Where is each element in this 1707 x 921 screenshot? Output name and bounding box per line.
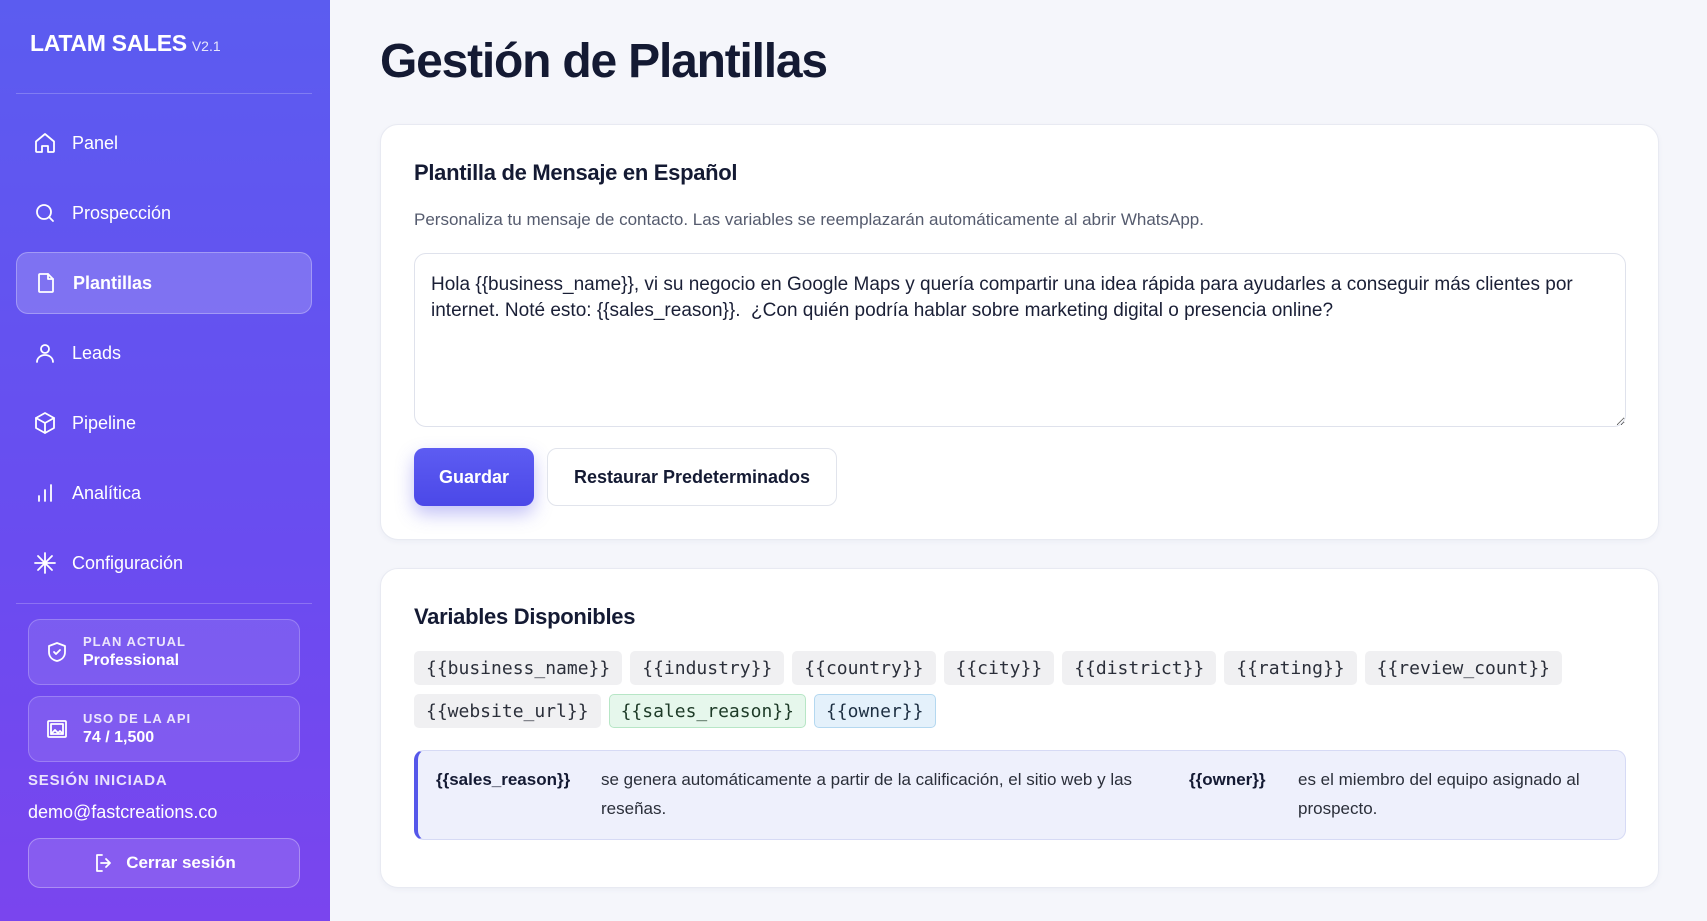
sidebar-item-label: Analítica xyxy=(72,482,142,503)
variable-chips: {{business_name}} {{industry}} {{country… xyxy=(414,651,1634,728)
asterisk-icon xyxy=(32,550,58,576)
variable-chip-country[interactable]: {{country}} xyxy=(792,651,936,685)
brand-name: LATAM SALES xyxy=(30,30,187,56)
document-icon xyxy=(33,270,59,296)
variable-chip-industry[interactable]: {{industry}} xyxy=(630,651,785,685)
variable-chip-business-name[interactable]: {{business_name}} xyxy=(414,651,623,685)
plan-label: PLAN ACTUAL xyxy=(83,634,186,649)
sidebar-item-configuracion[interactable]: Configuración xyxy=(16,532,312,594)
api-value: 74 / 1,500 xyxy=(83,729,155,746)
sidebar-nav: Panel Prospección Plantillas Leads Pipel… xyxy=(16,112,312,602)
sidebar-item-panel[interactable]: Panel xyxy=(16,112,312,174)
image-icon xyxy=(43,715,71,743)
sidebar-item-pipeline[interactable]: Pipeline xyxy=(16,392,312,454)
variables-card-title: Variables Disponibles xyxy=(414,604,636,629)
sidebar-item-leads[interactable]: Leads xyxy=(16,322,312,384)
template-card-title: Plantilla de Mensaje en Español xyxy=(414,160,738,185)
sidebar-item-analitica[interactable]: Analítica xyxy=(16,462,312,524)
note-key-sales-reason: {{sales_reason}} xyxy=(436,770,571,789)
home-icon xyxy=(32,130,58,156)
bar-chart-icon xyxy=(32,480,58,506)
session-label: SESIÓN INICIADA xyxy=(28,772,168,789)
sidebar-divider xyxy=(16,93,312,94)
api-label: USO DE LA API xyxy=(83,711,192,726)
sidebar-item-label: Prospección xyxy=(72,202,172,223)
note-text-owner: es el miembro del equipo asignado al pro… xyxy=(1298,770,1580,818)
restore-defaults-button[interactable]: Restaurar Predeterminados xyxy=(547,448,837,506)
brand-version: V2.1 xyxy=(191,38,221,54)
cube-icon xyxy=(32,410,58,436)
save-button[interactable]: Guardar xyxy=(414,448,534,506)
sidebar-item-label: Pipeline xyxy=(72,412,137,433)
variable-chip-review-count[interactable]: {{review_count}} xyxy=(1364,651,1563,685)
sidebar-item-plantillas[interactable]: Plantillas xyxy=(16,252,312,314)
note-text-sales-reason: se genera automáticamente a partir de la… xyxy=(601,770,1133,818)
session-email: demo@fastcreations.co xyxy=(28,802,218,822)
variables-card: Variables Disponibles {{business_name}} … xyxy=(380,568,1659,888)
template-textarea[interactable]: Hola {{business_name}}, vi su negocio en… xyxy=(414,253,1626,427)
sidebar: LATAM SALES V2.1 Panel Prospección Plant… xyxy=(0,0,330,921)
page-title: Gestión de Plantillas xyxy=(380,35,828,88)
sidebar-item-label: Leads xyxy=(72,342,122,363)
search-icon xyxy=(32,200,58,226)
api-usage-card: USO DE LA API 74 / 1,500 xyxy=(28,696,300,762)
variable-chip-district[interactable]: {{district}} xyxy=(1062,651,1217,685)
logout-icon xyxy=(96,854,112,872)
sidebar-divider xyxy=(16,603,312,604)
sidebar-item-label: Plantillas xyxy=(73,272,153,293)
variable-chip-rating[interactable]: {{rating}} xyxy=(1224,651,1357,685)
brand[interactable]: LATAM SALES V2.1 xyxy=(30,30,221,57)
note-key-owner: {{owner}} xyxy=(1189,770,1266,789)
template-description: Personaliza tu mensaje de contacto. Las … xyxy=(414,210,1204,229)
user-icon xyxy=(32,340,58,366)
logout-label: Cerrar sesión xyxy=(126,853,236,872)
plan-value: Professional xyxy=(83,652,180,669)
variable-chip-website-url[interactable]: {{website_url}} xyxy=(414,694,601,728)
variable-chip-sales-reason[interactable]: {{sales_reason}} xyxy=(608,694,806,728)
sidebar-item-label: Panel xyxy=(72,132,119,153)
template-card: Plantilla de Mensaje en Español Personal… xyxy=(380,124,1659,540)
logout-button[interactable]: Cerrar sesión xyxy=(28,838,300,888)
shield-icon xyxy=(43,638,71,666)
variable-chip-city[interactable]: {{city}} xyxy=(943,651,1055,685)
variable-chip-owner[interactable]: {{owner}} xyxy=(813,694,936,728)
sidebar-item-prospeccion[interactable]: Prospección xyxy=(16,182,312,244)
sidebar-item-label: Configuración xyxy=(72,552,184,573)
variables-note: {{sales_reason}} se genera automáticamen… xyxy=(414,750,1626,840)
plan-card: PLAN ACTUAL Professional xyxy=(28,619,300,685)
